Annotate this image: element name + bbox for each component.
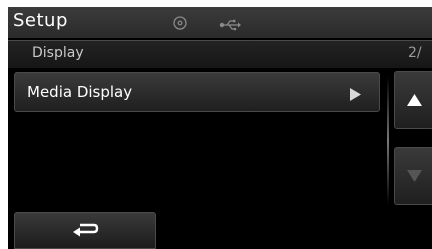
scrollbar-track[interactable] bbox=[387, 77, 389, 205]
scroll-down-button[interactable] bbox=[394, 147, 432, 205]
setup-screen: Setup Display 2/ Media Display bbox=[8, 7, 432, 249]
page-title: Setup bbox=[13, 10, 68, 31]
disc-icon bbox=[173, 15, 187, 34]
scroll-up-button[interactable] bbox=[394, 71, 432, 129]
section-title: Display bbox=[32, 45, 84, 61]
back-arrow-icon bbox=[73, 223, 99, 237]
usb-icon bbox=[219, 16, 241, 35]
page-indicator: 2/ bbox=[408, 45, 422, 61]
up-arrow-icon bbox=[407, 94, 422, 106]
down-arrow-icon bbox=[407, 170, 422, 182]
section-bar: Display 2/ bbox=[8, 40, 432, 68]
title-bar: Setup bbox=[8, 7, 432, 38]
list-item-label: Media Display bbox=[27, 83, 133, 101]
play-arrow-icon bbox=[350, 86, 361, 105]
media-display-item[interactable]: Media Display bbox=[14, 72, 380, 112]
back-button[interactable] bbox=[14, 212, 156, 249]
